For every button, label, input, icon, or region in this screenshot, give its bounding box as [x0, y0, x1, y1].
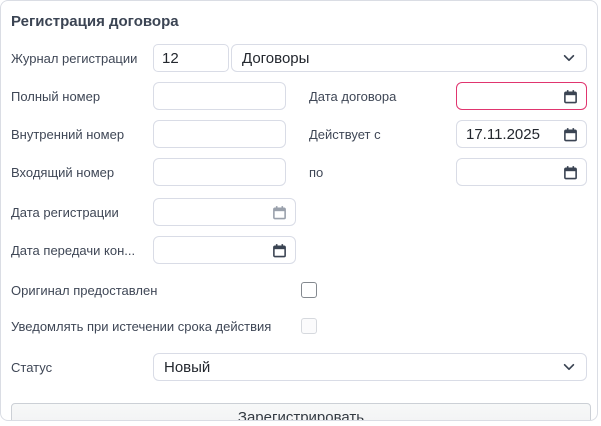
chevron-down-icon [562, 51, 576, 65]
notify-expiration-checkbox [301, 318, 317, 334]
journal-selected-value: Договоры [242, 50, 309, 67]
valid-from-label: Действует с [309, 127, 456, 142]
status-select[interactable]: Новый [153, 353, 587, 381]
page-title: Регистрация договора [11, 13, 587, 30]
calendar-icon[interactable] [563, 89, 578, 104]
registration-date-input[interactable] [154, 200, 272, 224]
incoming-number-label: Входящий номер [11, 165, 153, 180]
full-number-row: Полный номер Дата договора [11, 82, 587, 110]
journal-row: Журнал регистрации Договоры [11, 44, 587, 72]
calendar-icon[interactable] [272, 205, 287, 220]
valid-from-input[interactable] [457, 122, 563, 146]
status-selected-value: Новый [164, 359, 210, 376]
original-provided-checkbox[interactable] [301, 282, 317, 298]
calendar-icon[interactable] [563, 127, 578, 142]
transfer-date-row: Дата передачи кон... [11, 236, 587, 264]
valid-to-input[interactable] [457, 160, 563, 184]
incoming-number-row: Входящий номер по [11, 158, 587, 186]
full-number-input[interactable] [153, 82, 286, 110]
internal-number-input[interactable] [153, 120, 286, 148]
registration-date-label: Дата регистрации [11, 205, 153, 220]
registration-date-row: Дата регистрации [11, 198, 587, 226]
internal-number-label: Внутренний номер [11, 127, 153, 142]
contract-registration-panel: Регистрация договора Журнал регистрации … [0, 0, 598, 421]
calendar-icon[interactable] [272, 243, 287, 258]
transfer-date-field [153, 236, 296, 264]
valid-to-label: по [309, 165, 456, 180]
notify-expiration-label: Уведомлять при истечении срока действия [11, 319, 301, 334]
journal-number-input[interactable] [153, 44, 229, 72]
status-row: Статус Новый [11, 353, 587, 381]
valid-from-field [456, 120, 587, 148]
contract-date-input[interactable] [457, 84, 563, 108]
contract-date-label: Дата договора [309, 89, 456, 104]
valid-to-field [456, 158, 587, 186]
transfer-date-input[interactable] [154, 238, 272, 262]
chevron-down-icon [562, 360, 576, 374]
calendar-icon[interactable] [563, 165, 578, 180]
full-number-label: Полный номер [11, 89, 153, 104]
journal-select[interactable]: Договоры [231, 44, 587, 72]
contract-date-field [456, 82, 587, 110]
journal-label: Журнал регистрации [11, 51, 153, 66]
registration-date-field [153, 198, 296, 226]
incoming-number-input[interactable] [153, 158, 286, 186]
internal-number-row: Внутренний номер Действует с [11, 120, 587, 148]
notify-expiration-row: Уведомлять при истечении срока действия [11, 317, 587, 335]
original-provided-label: Оригинал предоставлен [11, 283, 301, 298]
transfer-date-label: Дата передачи кон... [11, 243, 153, 258]
register-button[interactable]: Зарегистрировать [11, 403, 591, 421]
status-label: Статус [11, 360, 153, 375]
original-provided-row: Оригинал предоставлен [11, 281, 587, 299]
